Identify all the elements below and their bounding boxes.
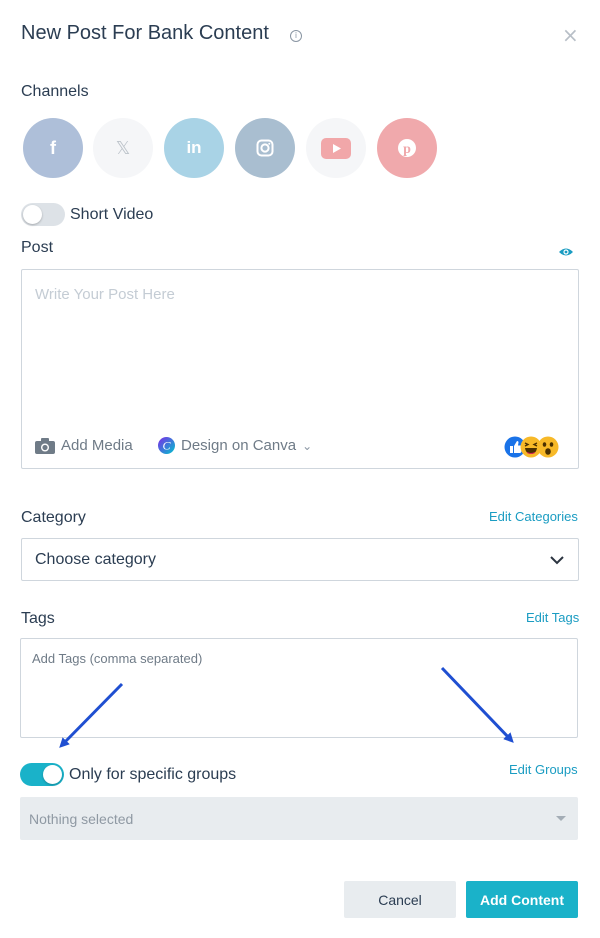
annotation-arrows xyxy=(59,666,514,748)
arrow-to-edit-groups xyxy=(440,666,514,743)
add-content-button[interactable]: Add Content xyxy=(466,881,578,918)
arrow-to-toggle xyxy=(59,682,124,748)
cancel-button[interactable]: Cancel xyxy=(344,881,456,918)
